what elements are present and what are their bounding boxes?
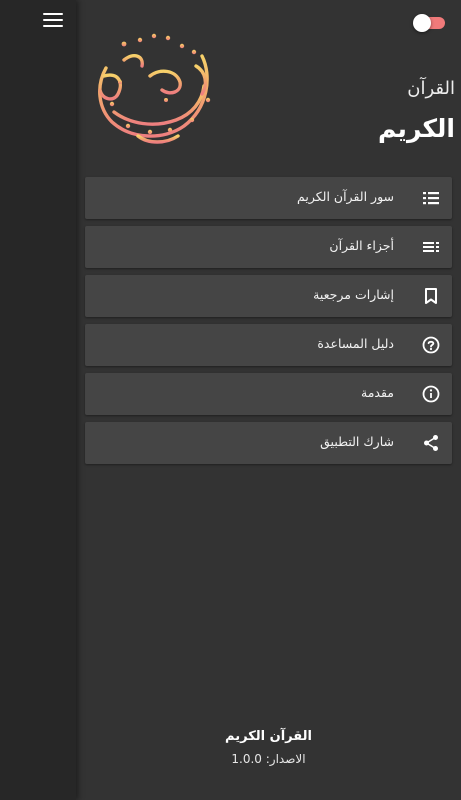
footer-version: الاصدار: 1.0.0	[231, 752, 306, 766]
bookmark-icon	[425, 288, 437, 304]
share-icon	[424, 435, 438, 451]
help-icon	[422, 336, 440, 354]
playlist-icon	[423, 242, 439, 252]
navigation-drawer: القرآن الكريم سور القرآن الكريم أجزاء ال…	[76, 0, 461, 800]
menu-item-label: إشارات مرجعية	[313, 287, 394, 302]
menu-item-parts[interactable]: أجزاء القرآن	[85, 226, 452, 268]
info-icon	[422, 385, 440, 403]
menu-item-label: سور القرآن الكريم	[297, 189, 394, 204]
app-background-strip	[0, 0, 76, 800]
menu-item-surahs[interactable]: سور القرآن الكريم	[85, 177, 452, 219]
list-icon	[423, 192, 439, 205]
drawer-menu: سور القرآن الكريم أجزاء القرآن إشارات مر…	[85, 177, 452, 471]
theme-toggle-switch[interactable]	[413, 14, 447, 32]
menu-item-label: مقدمة	[361, 385, 394, 400]
menu-item-help[interactable]: دليل المساعدة	[85, 324, 452, 366]
footer-app-name: القرآن الكريم	[225, 729, 312, 744]
app-title-line2: الكريم	[377, 114, 455, 143]
menu-item-bookmarks[interactable]: إشارات مرجعية	[85, 275, 452, 317]
hamburger-menu-icon[interactable]	[43, 13, 63, 29]
menu-item-share[interactable]: شارك التطبيق	[85, 422, 452, 464]
menu-item-label: شارك التطبيق	[320, 434, 394, 449]
menu-item-label: أجزاء القرآن	[329, 238, 394, 253]
quran-calligraphy-logo	[98, 24, 211, 144]
toggle-thumb	[413, 14, 431, 32]
menu-item-intro[interactable]: مقدمة	[85, 373, 452, 415]
menu-item-label: دليل المساعدة	[317, 336, 394, 351]
app-title-line1: القرآن	[407, 78, 455, 99]
